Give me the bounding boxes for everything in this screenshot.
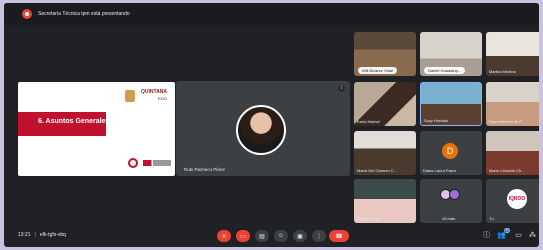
participant-avatars-icon <box>440 189 462 201</box>
sponsor-logos <box>143 160 171 166</box>
presentation-slide[interactable]: QUINTANA ROO 6. Asuntos Generales <box>18 82 175 176</box>
presenting-banner: Secretaría Técnica tpm está presentando <box>4 3 539 25</box>
self-tile[interactable]: IQROO Tú <box>486 179 539 223</box>
mic-toggle-button[interactable]: ✕ <box>217 230 231 242</box>
participant-tile[interactable]: Daniel Guadalup... <box>420 32 482 76</box>
people-icon: 👥 <box>497 232 506 239</box>
participant-tile[interactable]: María Del Carmen C... <box>354 131 416 175</box>
participant-tile[interactable]: Wili Álvarez Vidal <box>354 32 416 76</box>
participant-tile[interactable]: Karla Madsel <box>354 82 416 126</box>
mic-off-icon: ✕ <box>221 233 227 240</box>
info-button[interactable]: ⓘ <box>482 231 491 240</box>
participant-name: Rosalía Cruz <box>357 216 381 221</box>
present-button[interactable]: ▣ <box>293 230 307 242</box>
participant-name: Dependencia de P... <box>489 119 525 124</box>
present-icon: ▣ <box>297 233 303 240</box>
participant-tile[interactable]: D Diana Laura Parra <box>420 131 482 175</box>
presenter-name: Rubi Pacheco Pérez <box>184 167 226 172</box>
presenter-avatar <box>236 105 286 155</box>
captions-button[interactable]: ▤ <box>255 230 269 242</box>
camera-off-icon: ▭ <box>240 233 246 240</box>
meet-window: Secretaría Técnica tpm está presentando … <box>4 3 539 247</box>
q-logo-icon <box>128 158 138 168</box>
info-icon: ⓘ <box>483 232 490 239</box>
presenter-tile[interactable]: ⁞ Rubi Pacheco Pérez <box>176 81 350 176</box>
captions-icon: ▤ <box>259 233 265 240</box>
participant-name: María Del Carmen C... <box>357 168 398 173</box>
slide-logo-sub: ROO <box>157 96 167 101</box>
participant-tile[interactable]: Mario Crisanto Ch... <box>486 131 539 175</box>
clock-time: 13:21 <box>18 232 31 238</box>
more-participants-tile[interactable]: 43 más <box>420 179 482 223</box>
participant-tile[interactable]: Rosalía Cruz <box>354 179 416 223</box>
participant-name: Karla Madsel <box>357 119 381 124</box>
chat-icon: ▭ <box>515 232 522 239</box>
participant-name: Suzy Hurtado <box>424 118 449 123</box>
more-options-button[interactable]: ⋮ <box>312 230 326 242</box>
meeting-code: efk-tgfs-vbq <box>39 232 66 238</box>
presenting-text: Secretaría Técnica tpm está presentando <box>38 11 130 17</box>
more-count: 43 más <box>442 216 456 221</box>
participant-name: Daniel Guadalup... <box>424 67 466 74</box>
self-logo: IQROO <box>507 189 527 209</box>
emoji-icon: ☺ <box>277 233 285 239</box>
slide-title: 6. Asuntos Generales <box>38 118 110 125</box>
state-emblem-icon <box>125 90 135 102</box>
participant-name: Martha Medina <box>489 69 516 74</box>
leave-call-button[interactable]: ☎ <box>329 230 349 242</box>
participant-name: Mario Crisanto Ch... <box>489 168 525 173</box>
participant-name: Wili Álvarez Vidal <box>358 67 397 74</box>
meeting-info: 13:21 | efk-tgfs-vbq <box>18 232 66 238</box>
activities-icon: ⁂ <box>529 232 536 239</box>
participant-tile[interactable]: Suzy Hurtado <box>420 82 482 126</box>
more-vert-icon: ⋮ <box>316 233 322 240</box>
mic-off-icon: ⁞ <box>338 85 345 92</box>
participant-tile[interactable]: Dependencia de P... <box>486 82 539 126</box>
chat-button[interactable]: ▭ <box>514 231 523 240</box>
control-bar: 13:21 | efk-tgfs-vbq ✕ ▭ ▤ ☺ ▣ ⋮ ☎ ⓘ 👥 52 … <box>4 225 539 247</box>
hang-up-icon: ☎ <box>335 233 343 240</box>
record-icon <box>22 9 32 19</box>
self-name: Tú <box>489 216 494 221</box>
participant-tile[interactable]: Martha Medina <box>486 32 539 76</box>
slide-logo-text: QUINTANA <box>140 89 167 95</box>
participants-count-badge: 52 <box>503 228 510 233</box>
camera-toggle-button[interactable]: ▭ <box>236 230 250 242</box>
people-button[interactable]: 👥 52 <box>497 228 510 240</box>
activities-button[interactable]: ⁂ <box>528 231 537 240</box>
participant-name: Diana Laura Parra <box>423 168 456 173</box>
participant-avatar: D <box>442 143 458 159</box>
reactions-button[interactable]: ☺ <box>274 230 288 242</box>
